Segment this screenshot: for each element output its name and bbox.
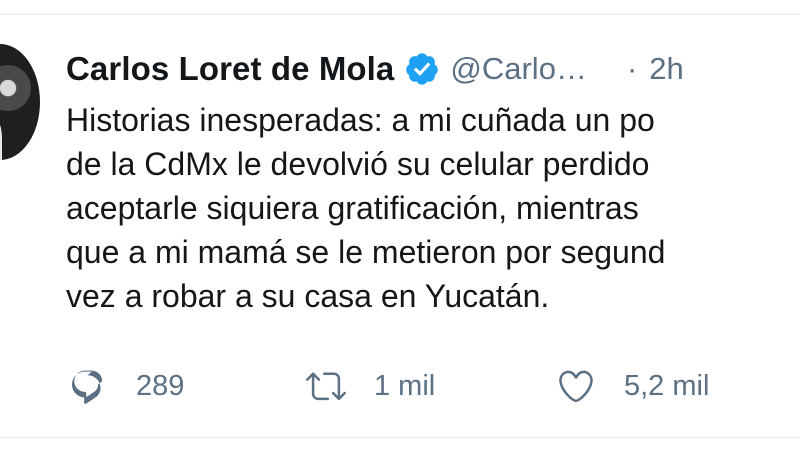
separator-dot: · <box>626 51 638 86</box>
like-button[interactable]: 5,2 mil <box>556 364 709 408</box>
user-handle[interactable]: @Carlo… <box>450 51 587 87</box>
tweet-text-line: de la CdMx le devolvió su celular perdid… <box>66 146 650 182</box>
timestamp[interactable]: 2h <box>649 51 683 87</box>
verified-icon <box>406 53 439 85</box>
tweet-text-line: Historias inesperadas: a mi cuñada un po <box>66 102 655 138</box>
like-icon <box>559 370 593 403</box>
like-count: 5,2 mil <box>624 369 710 402</box>
reply-icon <box>72 370 103 404</box>
reply-button[interactable]: 289 <box>68 364 184 408</box>
tweet-text: Historias inesperadas: a mi cuñada un po… <box>66 98 800 318</box>
display-name[interactable]: Carlos Loret de Mola <box>66 50 394 88</box>
retweet-icon <box>306 372 346 401</box>
tweet-header: Carlos Loret de Mola @Carlo… · 2h <box>66 46 684 92</box>
avatar[interactable] <box>0 44 40 160</box>
reply-count: 289 <box>136 369 185 402</box>
tweet-text-line: que a mi mamá se le metieron por segund <box>66 234 666 270</box>
action-bar: 289 1 mil 5,2 mil <box>68 364 800 408</box>
retweet-button[interactable]: 1 mil <box>306 364 435 408</box>
tweet-text-line: vez a robar a su casa en Yucatán. <box>66 278 550 314</box>
retweet-count: 1 mil <box>374 369 436 402</box>
bottom-divider <box>0 437 800 438</box>
tweet-text-line: aceptarle siquiera gratificación, mientr… <box>66 190 639 226</box>
top-divider <box>0 14 800 15</box>
